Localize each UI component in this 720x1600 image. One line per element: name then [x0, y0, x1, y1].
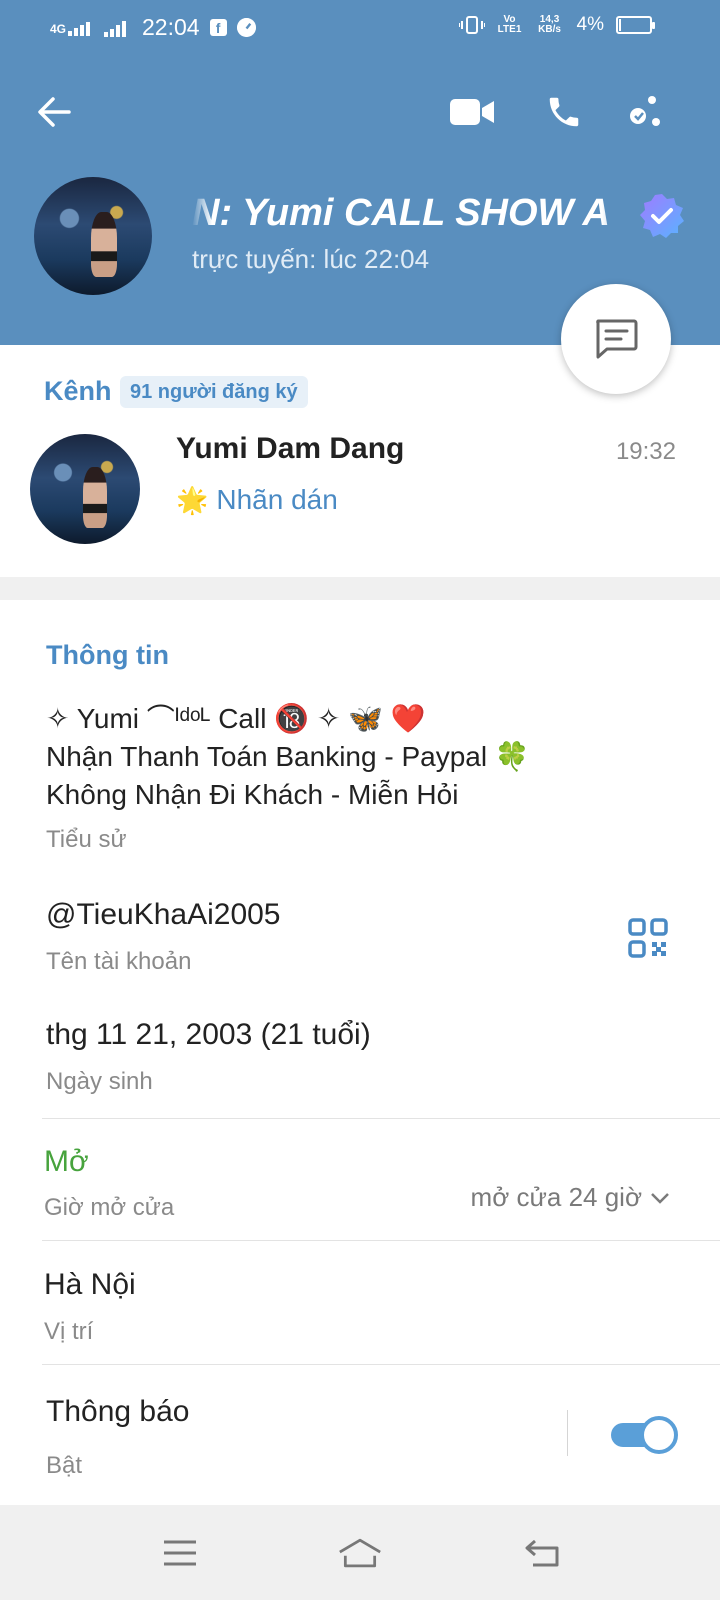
- verified-badge-icon: [640, 194, 684, 238]
- bio-text: ✧ Yumi ⌒ᴵᵈᵒᴸ Call 🔞 ✧ 🦋 ❤️ Nhận Thanh To…: [46, 700, 686, 814]
- birthday: thg 11 21, 2003 (21 tuổi): [46, 1018, 371, 1051]
- bio-label: Tiểu sử: [46, 826, 127, 853]
- facebook-icon: f: [209, 19, 227, 36]
- system-nav-bar: [0, 1505, 720, 1600]
- birthday-label: Ngày sinh: [46, 1068, 153, 1095]
- hours-dropdown[interactable]: mở cửa 24 giờ: [471, 1182, 670, 1213]
- status-bar-left: 4G 22:04 f: [50, 14, 256, 41]
- channel-avatar-photo: [30, 434, 140, 544]
- more-button[interactable]: [622, 88, 670, 136]
- username[interactable]: @TieuKhaAi2005: [46, 898, 281, 932]
- notifications-state: Bật: [46, 1452, 83, 1479]
- video-call-icon: [450, 99, 494, 125]
- channel-preview[interactable]: 🌟 Nhãn dán: [176, 484, 338, 516]
- call-button[interactable]: [540, 88, 588, 136]
- channel-preview-text: Nhãn dán: [216, 484, 338, 515]
- hours-value: mở cửa 24 giờ: [470, 1182, 642, 1212]
- channel-time: 19:32: [615, 438, 676, 465]
- channel-avatar[interactable]: [30, 434, 140, 544]
- notifications-title[interactable]: Thông báo: [46, 1395, 189, 1429]
- qr-code-icon[interactable]: [628, 918, 668, 958]
- back-arrow-icon: [38, 97, 71, 127]
- subscriber-badge: 91 người đăng ký: [120, 376, 308, 408]
- network-indicator: 4G: [50, 20, 94, 36]
- profile-name: N: Yumi CALL SHOW A: [192, 192, 610, 234]
- back-button[interactable]: [30, 88, 78, 136]
- video-call-button[interactable]: [448, 88, 496, 136]
- bio-line: ✧ Yumi ⌒ᴵᵈᵒᴸ Call 🔞 ✧ 🦋 ❤️: [46, 703, 426, 734]
- speed-gauge-icon: [236, 18, 256, 37]
- username-label: Tên tài khoản: [46, 948, 192, 975]
- message-icon: [596, 319, 638, 359]
- divider: [42, 1118, 720, 1119]
- battery-percent: 4%: [576, 14, 604, 35]
- menu-icon: [164, 1540, 196, 1566]
- notifications-toggle[interactable]: [609, 1415, 679, 1454]
- open-status: Mở: [44, 1145, 89, 1178]
- chevron-down-icon: [651, 1192, 669, 1204]
- home-button[interactable]: [338, 1531, 382, 1575]
- message-button[interactable]: [561, 284, 671, 394]
- signal-icon-2: [104, 20, 127, 37]
- location-label: Vị trí: [44, 1318, 94, 1345]
- star-icon: 🌟: [176, 484, 209, 515]
- bio-line: Nhận Thanh Toán Banking - Paypal 🍀: [46, 741, 530, 772]
- phone-icon: [549, 97, 579, 127]
- channel-name[interactable]: Yumi Dam Dang: [176, 432, 404, 466]
- vertical-separator: [567, 1410, 568, 1456]
- online-status: trực tuyến: lúc 22:04: [192, 244, 430, 274]
- status-bar: 4G 22:04 f Vo LTE1 14,3 KB/s 4%: [0, 0, 720, 56]
- vibrate-icon: [458, 16, 485, 34]
- network-speed: 14,3 KB/s: [538, 14, 561, 35]
- clock: 22:04: [142, 14, 200, 40]
- back-nav-button[interactable]: [520, 1531, 564, 1575]
- divider: [42, 1240, 720, 1241]
- battery-icon: [616, 16, 655, 34]
- hours-label: Giờ mở cửa: [44, 1194, 175, 1221]
- back-nav-icon: [525, 1539, 559, 1567]
- avatar-photo: [34, 177, 152, 295]
- signal-icon: [68, 21, 91, 36]
- profile-avatar[interactable]: [34, 177, 152, 295]
- divider: [42, 1364, 720, 1365]
- more-icon: [630, 96, 660, 126]
- location[interactable]: Hà Nội: [44, 1268, 136, 1302]
- bio-line: Không Nhận Đi Khách - Miễn Hỏi: [46, 779, 459, 810]
- volte-indicator: Vo LTE1: [497, 14, 522, 35]
- menu-button[interactable]: [158, 1531, 202, 1575]
- status-bar-right: Vo LTE1 14,3 KB/s 4%: [458, 14, 655, 36]
- toggle-knob: [640, 1416, 678, 1454]
- info-section-title: Thông tin: [46, 640, 169, 670]
- channel-label: Kênh: [44, 376, 112, 406]
- home-icon: [339, 1538, 381, 1568]
